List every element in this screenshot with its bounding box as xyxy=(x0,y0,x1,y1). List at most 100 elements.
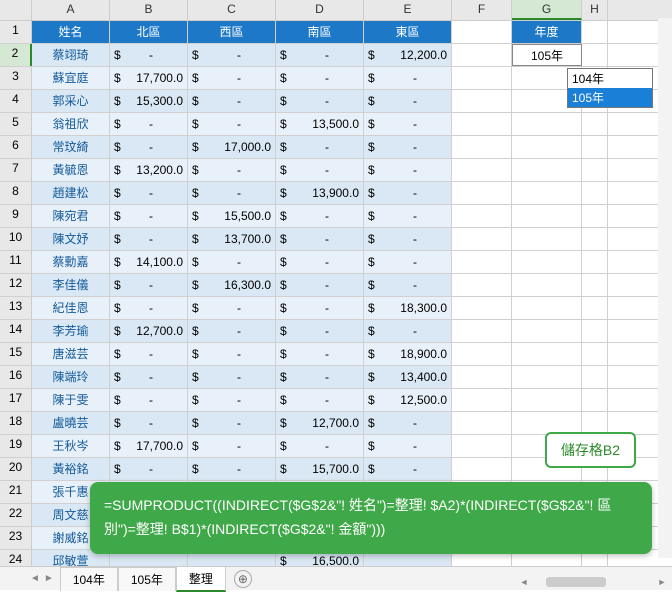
data-cell[interactable]: $15,500.0 xyxy=(188,205,276,227)
name-cell[interactable]: 陳端玲 xyxy=(32,366,110,388)
year-dropdown-list[interactable]: 104年 105年 xyxy=(567,68,653,108)
data-cell[interactable]: $- xyxy=(110,113,188,135)
data-cell[interactable]: $- xyxy=(364,412,452,434)
row-num[interactable]: 1 xyxy=(0,21,32,43)
col-head-a[interactable]: A xyxy=(32,0,110,20)
name-cell[interactable]: 趙建松 xyxy=(32,182,110,204)
data-cell[interactable]: $- xyxy=(110,228,188,250)
cell[interactable] xyxy=(512,251,582,273)
cell[interactable] xyxy=(452,251,512,273)
data-cell[interactable]: $- xyxy=(110,182,188,204)
data-cell[interactable]: $- xyxy=(188,297,276,319)
name-cell[interactable]: 翁祖欣 xyxy=(32,113,110,135)
scroll-h-thumb[interactable] xyxy=(546,577,606,587)
data-cell[interactable]: $- xyxy=(276,320,364,342)
name-cell[interactable]: 李佳儀 xyxy=(32,274,110,296)
cell[interactable] xyxy=(452,412,512,434)
data-cell[interactable]: $- xyxy=(364,67,452,89)
data-cell[interactable]: $- xyxy=(276,343,364,365)
hdr-north[interactable]: 北區 xyxy=(110,21,188,43)
data-cell[interactable]: $- xyxy=(188,458,276,480)
cell[interactable] xyxy=(452,21,512,43)
tabs-nav-arrows[interactable]: ◄► xyxy=(24,573,60,584)
cell[interactable] xyxy=(452,274,512,296)
row-num[interactable]: 19 xyxy=(0,435,32,457)
name-cell[interactable]: 黃毓恩 xyxy=(32,159,110,181)
cell[interactable] xyxy=(582,159,608,181)
cell[interactable] xyxy=(452,366,512,388)
row-num[interactable]: 2 xyxy=(0,44,32,66)
row-num[interactable]: 22 xyxy=(0,504,32,526)
name-cell[interactable]: 紀佳恩 xyxy=(32,297,110,319)
data-cell[interactable]: $13,500.0 xyxy=(276,113,364,135)
data-cell[interactable]: $18,900.0 xyxy=(364,343,452,365)
data-cell[interactable]: $17,000.0 xyxy=(188,136,276,158)
hdr-west[interactable]: 西區 xyxy=(188,21,276,43)
cell[interactable] xyxy=(512,366,582,388)
cell[interactable] xyxy=(452,458,512,480)
data-cell[interactable]: $14,100.0 xyxy=(110,251,188,273)
data-cell[interactable]: $- xyxy=(110,205,188,227)
cell[interactable] xyxy=(582,113,608,135)
data-cell[interactable]: $- xyxy=(276,366,364,388)
cell[interactable] xyxy=(452,228,512,250)
data-cell[interactable]: $- xyxy=(188,435,276,457)
cell[interactable] xyxy=(582,182,608,204)
data-cell[interactable]: $- xyxy=(276,435,364,457)
cell[interactable] xyxy=(512,297,582,319)
row-num[interactable]: 10 xyxy=(0,228,32,250)
data-cell[interactable]: $18,300.0 xyxy=(364,297,452,319)
scroll-left-icon[interactable]: ◄ xyxy=(518,577,530,587)
hdr-year[interactable]: 年度 xyxy=(512,21,582,43)
cell[interactable] xyxy=(452,435,512,457)
col-head-b[interactable]: B xyxy=(110,0,188,20)
name-cell[interactable]: 蔡翊琦 xyxy=(32,44,110,66)
data-cell[interactable]: $- xyxy=(110,412,188,434)
row-num[interactable]: 9 xyxy=(0,205,32,227)
data-cell[interactable]: $- xyxy=(276,205,364,227)
data-cell[interactable]: $- xyxy=(364,435,452,457)
col-head-f[interactable]: F xyxy=(452,0,512,20)
data-cell[interactable]: $- xyxy=(110,44,188,66)
year-option-104[interactable]: 104年 xyxy=(568,69,652,88)
data-cell[interactable]: $- xyxy=(276,251,364,273)
data-cell[interactable]: $- xyxy=(188,113,276,135)
name-cell[interactable]: 陳于雯 xyxy=(32,389,110,411)
data-cell[interactable]: $- xyxy=(364,90,452,112)
cell[interactable] xyxy=(512,389,582,411)
scroll-right-icon[interactable]: ► xyxy=(656,577,668,587)
row-num[interactable]: 3 xyxy=(0,67,32,89)
row-num[interactable]: 17 xyxy=(0,389,32,411)
data-cell[interactable]: $17,700.0 xyxy=(110,67,188,89)
cell[interactable] xyxy=(582,136,608,158)
data-cell[interactable]: $- xyxy=(188,159,276,181)
cell[interactable] xyxy=(452,389,512,411)
name-cell[interactable]: 蔡勳嘉 xyxy=(32,251,110,273)
data-cell[interactable]: $- xyxy=(364,251,452,273)
data-cell[interactable]: $- xyxy=(276,297,364,319)
cell[interactable] xyxy=(452,90,512,112)
data-cell[interactable]: $- xyxy=(364,136,452,158)
row-num[interactable]: 11 xyxy=(0,251,32,273)
cell[interactable] xyxy=(452,343,512,365)
data-cell[interactable]: $- xyxy=(276,136,364,158)
tab-105[interactable]: 105年 xyxy=(118,567,176,591)
data-cell[interactable]: $12,700.0 xyxy=(110,320,188,342)
name-cell[interactable]: 陳文妤 xyxy=(32,228,110,250)
data-cell[interactable]: $- xyxy=(110,389,188,411)
cell[interactable] xyxy=(582,205,608,227)
col-head-g[interactable]: G xyxy=(512,0,582,20)
horizontal-scrollbar[interactable]: ◄ ► xyxy=(518,574,668,590)
data-cell[interactable]: $- xyxy=(188,251,276,273)
row-num[interactable]: 12 xyxy=(0,274,32,296)
row-num[interactable]: 4 xyxy=(0,90,32,112)
cell[interactable] xyxy=(582,44,608,66)
data-cell[interactable]: $- xyxy=(364,458,452,480)
name-cell[interactable]: 王秋岑 xyxy=(32,435,110,457)
hdr-name[interactable]: 姓名 xyxy=(32,21,110,43)
data-cell[interactable]: $- xyxy=(188,389,276,411)
data-cell[interactable]: $- xyxy=(188,412,276,434)
cell[interactable] xyxy=(582,366,608,388)
row-num[interactable]: 23 xyxy=(0,527,32,549)
row-num[interactable]: 5 xyxy=(0,113,32,135)
